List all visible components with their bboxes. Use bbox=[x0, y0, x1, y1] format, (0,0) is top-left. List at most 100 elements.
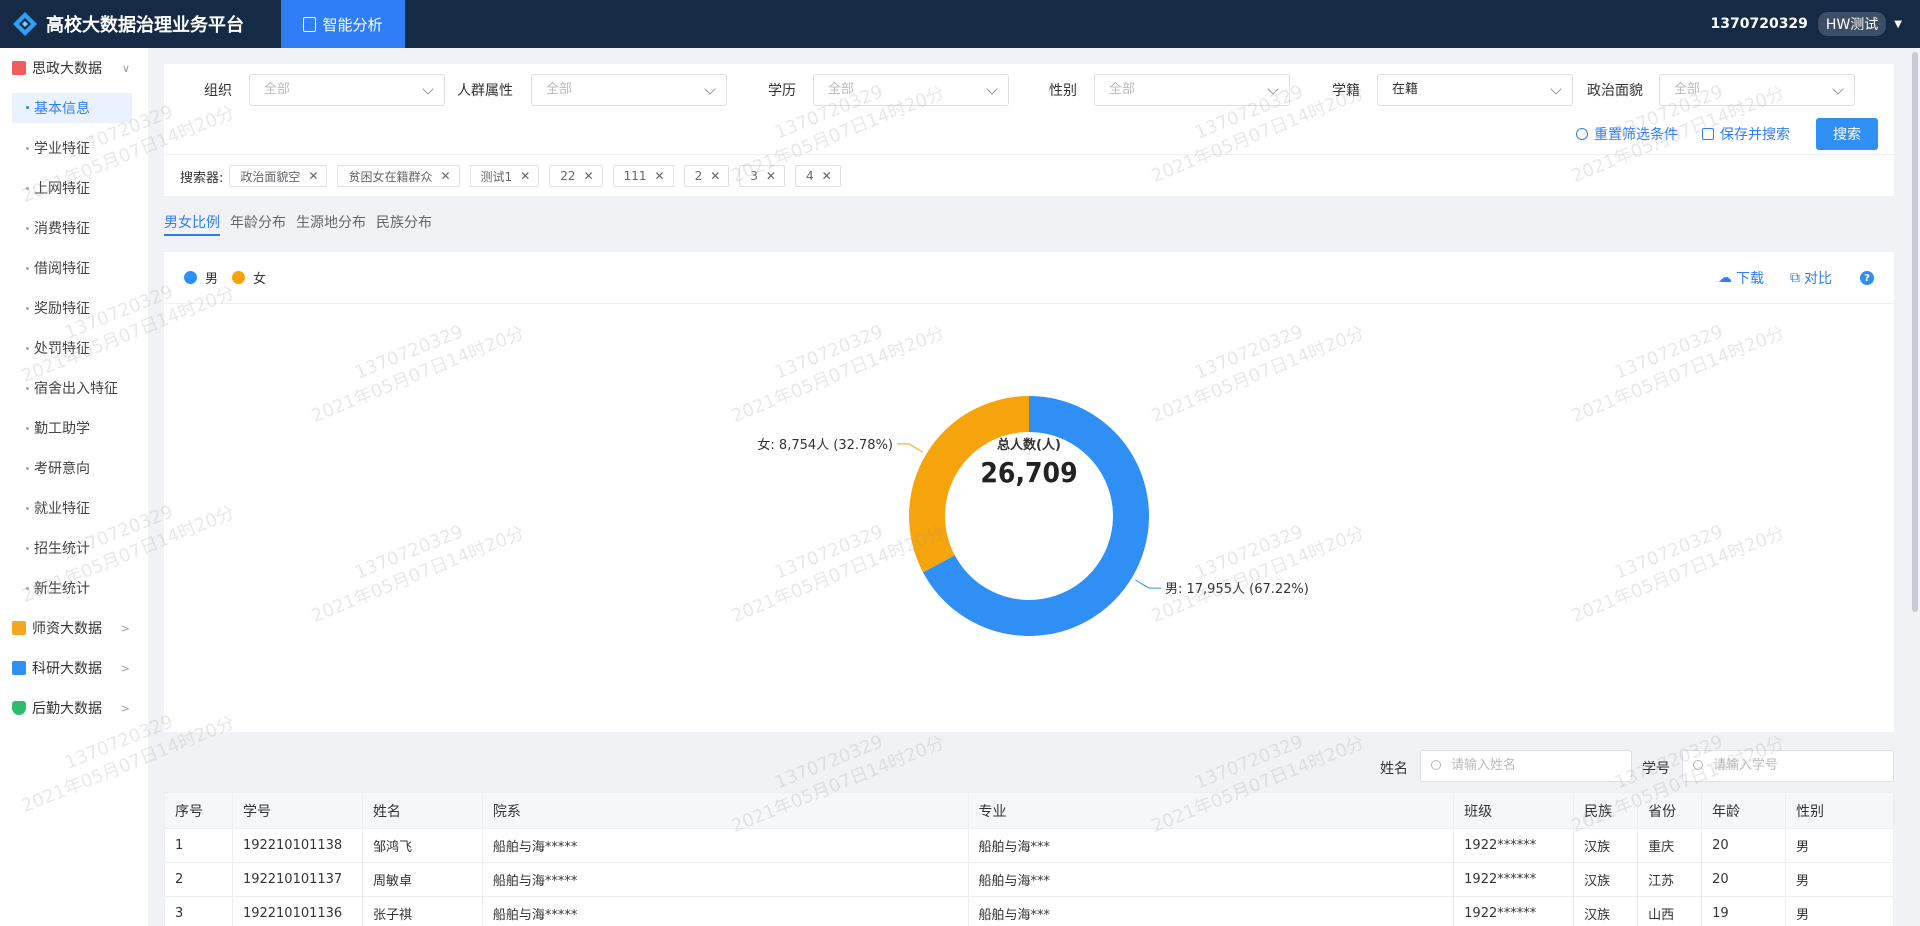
column-header[interactable]: 学号 bbox=[231, 792, 363, 829]
page-scrollbar[interactable] bbox=[1910, 48, 1920, 926]
column-header[interactable]: 性别 bbox=[1785, 792, 1894, 829]
searcher-chip[interactable]: 3 ✕ bbox=[739, 165, 785, 187]
label-leader-line bbox=[1135, 579, 1161, 589]
user-menu[interactable]: 1370720329 HW测试 ▼ bbox=[1711, 12, 1920, 36]
table-cell: 192210101137 bbox=[231, 862, 363, 897]
politics-select[interactable]: 全部 bbox=[1659, 74, 1855, 106]
searcher-chip[interactable]: 贫困女在籍群众 ✕ bbox=[337, 165, 460, 187]
user-id: 1370720329 bbox=[1710, 16, 1808, 32]
scrollbar-thumb[interactable] bbox=[1912, 52, 1918, 612]
gender-select[interactable]: 全部 bbox=[1094, 74, 1290, 106]
education-select[interactable]: 全部 bbox=[813, 74, 1009, 106]
sidebar-item-freshmen[interactable]: 新生统计 bbox=[0, 568, 148, 608]
column-header[interactable]: 年龄 bbox=[1701, 792, 1787, 829]
app-logo[interactable]: 高校大数据治理业务平台 bbox=[0, 0, 281, 48]
chip-label: 22 bbox=[560, 169, 576, 183]
nav-tab-smart-analysis[interactable]: 智能分析 bbox=[281, 0, 405, 48]
sidebar-section-ideology[interactable]: 思政大数据 ∨ bbox=[0, 48, 148, 88]
searcher-chip[interactable]: 2 ✕ bbox=[683, 165, 730, 187]
search-icon bbox=[1693, 760, 1703, 770]
help-icon[interactable]: ? bbox=[1860, 271, 1874, 285]
table-cell: 张子祺 bbox=[361, 896, 483, 926]
close-icon[interactable]: ✕ bbox=[308, 169, 318, 183]
name-search-input[interactable]: 请输入姓名 bbox=[1420, 750, 1632, 782]
name-search-placeholder: 请输入姓名 bbox=[1451, 758, 1517, 773]
column-header[interactable]: 专业 bbox=[967, 792, 1455, 829]
legend-item-female[interactable]: 女 bbox=[232, 268, 266, 287]
sidebar-section-logistics[interactable]: 后勤大数据 > bbox=[0, 688, 148, 728]
tab-origin-distribution[interactable]: 生源地分布 bbox=[296, 212, 366, 236]
tab-ethnicity-distribution[interactable]: 民族分布 bbox=[376, 212, 432, 236]
legend-item-male[interactable]: 男 bbox=[184, 268, 218, 287]
chevron-down-icon bbox=[986, 83, 998, 95]
status-select[interactable]: 在籍 bbox=[1377, 74, 1573, 106]
column-header[interactable]: 民族 bbox=[1573, 792, 1639, 829]
table-cell: 192210101138 bbox=[231, 828, 363, 863]
column-header[interactable]: 院系 bbox=[481, 792, 969, 829]
center-title: 总人数(人) bbox=[997, 437, 1061, 453]
table-row[interactable]: 1 192210101138 邹鸿飞 船舶与海***** 船舶与海*** 192… bbox=[164, 828, 1894, 863]
search-button[interactable]: 搜索 bbox=[1816, 118, 1878, 150]
column-header[interactable]: 省份 bbox=[1637, 792, 1703, 829]
user-badge: HW测试 bbox=[1817, 12, 1887, 36]
save-search-button[interactable]: 保存并搜索 bbox=[1702, 124, 1790, 144]
sidebar-item-consumption[interactable]: 消费特征 bbox=[0, 208, 148, 248]
close-icon[interactable]: ✕ bbox=[584, 169, 594, 183]
sidebar-item-postgrad[interactable]: 考研意向 bbox=[0, 448, 148, 488]
chip-label: 4 bbox=[805, 169, 814, 183]
close-icon[interactable]: ✕ bbox=[655, 169, 665, 183]
chevron-down-icon bbox=[704, 83, 716, 95]
book-icon bbox=[12, 61, 26, 75]
sidebar-item-enrollment[interactable]: 招生统计 bbox=[0, 528, 148, 568]
searcher-chip[interactable]: 政治面貌空 ✕ bbox=[229, 165, 328, 187]
sidebar-item-dormitory[interactable]: 宿舍出入特征 bbox=[0, 368, 148, 408]
sidebar-item-basic-info[interactable]: 基本信息 bbox=[12, 93, 132, 123]
tab-age-distribution[interactable]: 年龄分布 bbox=[230, 212, 286, 236]
searcher-label: 搜索器: bbox=[180, 170, 224, 186]
table-cell: 1922****** bbox=[1453, 828, 1575, 863]
tab-gender-ratio[interactable]: 男女比例 bbox=[164, 212, 220, 236]
compare-label: 对比 bbox=[1804, 271, 1832, 287]
searcher-chip[interactable]: 4 ✕ bbox=[794, 165, 841, 187]
sidebar-item-rewards[interactable]: 奖励特征 bbox=[0, 288, 148, 328]
sidebar-item-internet[interactable]: 上网特征 bbox=[0, 168, 148, 208]
table-row[interactable]: 3 192210101136 张子祺 船舶与海***** 船舶与海*** 192… bbox=[164, 896, 1894, 926]
column-header[interactable]: 姓名 bbox=[361, 792, 483, 829]
sidebar-item-penalties[interactable]: 处罚特征 bbox=[0, 328, 148, 368]
searcher-chip[interactable]: 111 ✕ bbox=[612, 165, 674, 187]
filter-label-org: 组织 bbox=[204, 83, 232, 99]
column-header[interactable]: 序号 bbox=[164, 792, 233, 829]
close-icon[interactable]: ✕ bbox=[710, 169, 720, 183]
download-button[interactable]: ☁ 下载 bbox=[1718, 268, 1764, 288]
sidebar-section-label: 后勤大数据 bbox=[32, 701, 102, 717]
searcher-chip[interactable]: 测试1 ✕ bbox=[469, 165, 540, 187]
filter-actions: 重置筛选条件 保存并搜索 搜索 bbox=[1552, 118, 1878, 150]
sidebar-item-borrowing[interactable]: 借阅特征 bbox=[0, 248, 148, 288]
label-leader-line bbox=[897, 443, 923, 453]
sidebar-item-employment[interactable]: 就业特征 bbox=[0, 488, 148, 528]
close-icon[interactable]: ✕ bbox=[822, 169, 832, 183]
table-cell: 船舶与海*** bbox=[967, 896, 1455, 926]
chevron-right-icon: > bbox=[120, 701, 130, 715]
student-table: 序号 学号 姓名 院系 专业 班级 民族 省份 年龄 性别 1 19221010… bbox=[164, 792, 1894, 926]
sidebar-section-faculty[interactable]: 师资大数据 > bbox=[0, 608, 148, 648]
org-select[interactable]: 全部 bbox=[249, 74, 445, 106]
group-select[interactable]: 全部 bbox=[531, 74, 727, 106]
id-search-placeholder: 请输入学号 bbox=[1713, 758, 1779, 773]
id-search-input[interactable]: 请输入学号 bbox=[1682, 750, 1894, 782]
column-header[interactable]: 班级 bbox=[1453, 792, 1575, 829]
close-icon[interactable]: ✕ bbox=[520, 169, 530, 183]
close-icon[interactable]: ✕ bbox=[766, 169, 776, 183]
sidebar-item-academic[interactable]: 学业特征 bbox=[0, 128, 148, 168]
politics-select-value: 全部 bbox=[1674, 82, 1701, 97]
table-row[interactable]: 2 192210101137 周敏卓 船舶与海***** 船舶与海*** 192… bbox=[164, 862, 1894, 897]
table-cell: 2 bbox=[164, 862, 233, 897]
chevron-down-icon[interactable]: ▼ bbox=[1894, 19, 1902, 30]
close-icon[interactable]: ✕ bbox=[440, 169, 450, 183]
sidebar-item-work-study[interactable]: 勤工助学 bbox=[0, 408, 148, 448]
searcher-chip[interactable]: 22 ✕ bbox=[549, 165, 603, 187]
reset-filters-button[interactable]: 重置筛选条件 bbox=[1576, 124, 1678, 144]
sidebar-section-research[interactable]: 科研大数据 > bbox=[0, 648, 148, 688]
chip-label: 政治面貌空 bbox=[240, 169, 301, 184]
compare-button[interactable]: ⧉ 对比 bbox=[1790, 268, 1832, 288]
